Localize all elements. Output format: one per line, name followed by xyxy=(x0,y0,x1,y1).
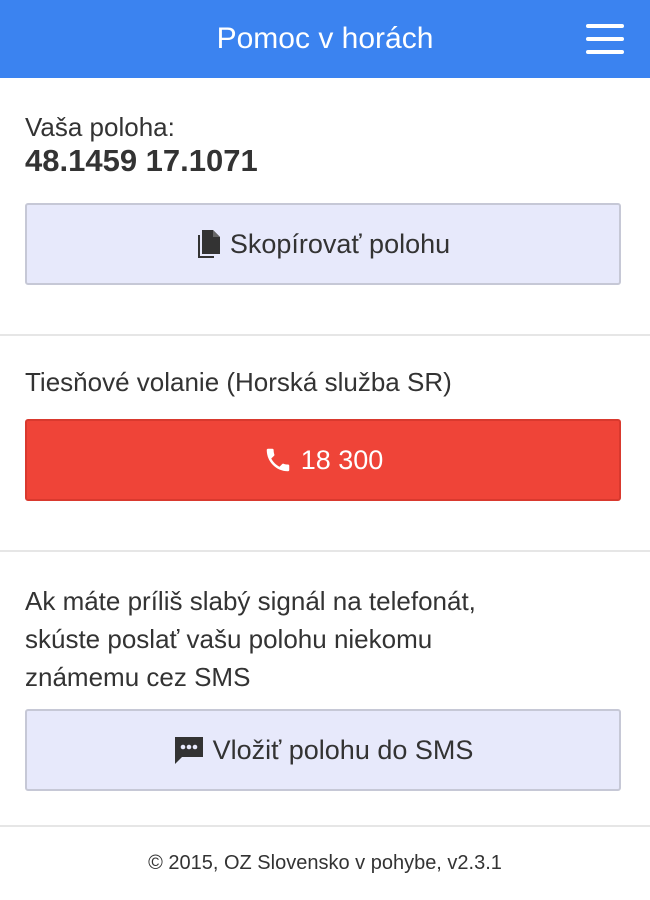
hamburger-menu-icon[interactable] xyxy=(586,24,624,54)
sms-hint-line: skúste poslať vašu polohu niekomu xyxy=(25,624,433,654)
app-header: Pomoc v horách xyxy=(0,0,650,78)
app-root: Pomoc v horách Vaša poloha: 48.1459 17.1… xyxy=(0,0,650,900)
copy-location-label: Skopírovať polohu xyxy=(229,228,451,259)
emergency-label: Tiesňové volanie (Horská služba SR) xyxy=(25,367,452,397)
location-label: Vaša poloha: xyxy=(25,112,175,142)
page-title: Pomoc v horách xyxy=(216,22,434,55)
emergency-call-button[interactable]: 18 300 xyxy=(25,419,621,501)
sms-hint-text: Ak máte príliš slabý signál na telefonát… xyxy=(25,582,476,696)
section-divider xyxy=(0,550,650,552)
document-copy-icon xyxy=(196,229,222,259)
footer-text: © 2015, OZ Slovensko v pohybe, v2.3.1 xyxy=(148,852,502,874)
insert-location-sms-label: Vložiť polohu do SMS xyxy=(212,734,474,765)
insert-location-sms-button[interactable]: Vložiť polohu do SMS xyxy=(25,709,621,791)
location-coordinates: 48.1459 17.1071 xyxy=(25,143,258,178)
section-divider xyxy=(0,334,650,336)
message-bubble-icon xyxy=(173,735,205,765)
sms-hint-line: známemu cez SMS xyxy=(25,662,251,692)
section-divider xyxy=(0,825,650,827)
phone-icon xyxy=(263,445,293,475)
emergency-call-label: 18 300 xyxy=(300,444,384,475)
sms-hint-line: Ak máte príliš slabý signál na telefonát… xyxy=(25,586,476,616)
copy-location-button[interactable]: Skopírovať polohu xyxy=(25,203,621,285)
